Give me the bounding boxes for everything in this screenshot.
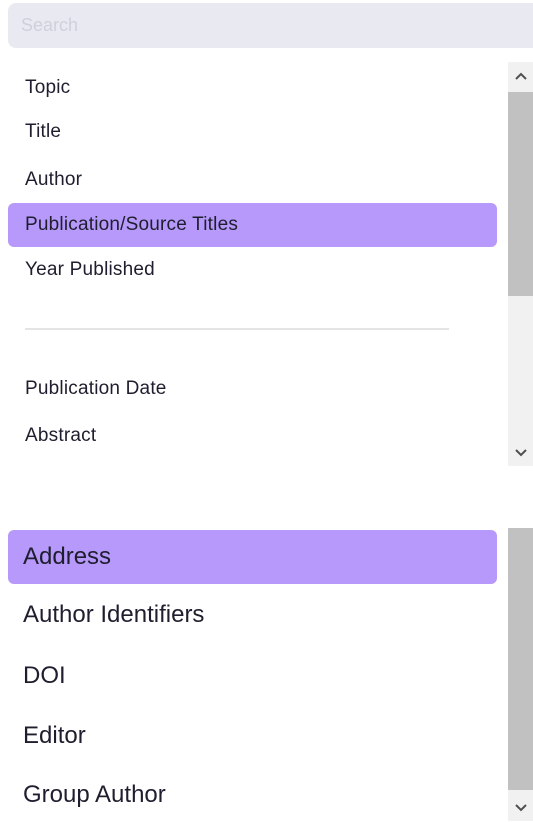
search-field-list: Topic Title Author Publication/Source Ti…	[0, 62, 508, 466]
option-editor[interactable]: Editor	[8, 709, 497, 763]
scrollbar[interactable]	[508, 62, 533, 466]
chevron-down-icon[interactable]	[508, 443, 533, 463]
scrollbar[interactable]	[508, 528, 533, 821]
option-doi[interactable]: DOI	[8, 649, 497, 703]
option-publication-source-titles[interactable]: Publication/Source Titles	[8, 203, 497, 247]
option-abstract[interactable]: Abstract	[8, 414, 497, 458]
scrollbar-thumb[interactable]	[508, 528, 533, 790]
option-address[interactable]: Address	[8, 530, 497, 584]
chevron-down-icon[interactable]	[508, 798, 533, 818]
option-publication-date[interactable]: Publication Date	[8, 367, 497, 411]
search-input[interactable]	[8, 3, 533, 48]
option-topic[interactable]: Topic	[8, 66, 497, 110]
option-year-published[interactable]: Year Published	[8, 248, 497, 292]
chevron-up-icon[interactable]	[508, 66, 533, 86]
option-author[interactable]: Author	[8, 158, 497, 202]
list-divider	[25, 328, 449, 330]
scrollbar-thumb[interactable]	[508, 92, 533, 296]
search-field-list-expanded: Address Author Identifiers DOI Editor Gr…	[0, 528, 508, 821]
option-author-identifiers[interactable]: Author Identifiers	[8, 588, 497, 642]
option-title[interactable]: Title	[8, 110, 497, 154]
option-group-author[interactable]: Group Author	[8, 768, 497, 822]
